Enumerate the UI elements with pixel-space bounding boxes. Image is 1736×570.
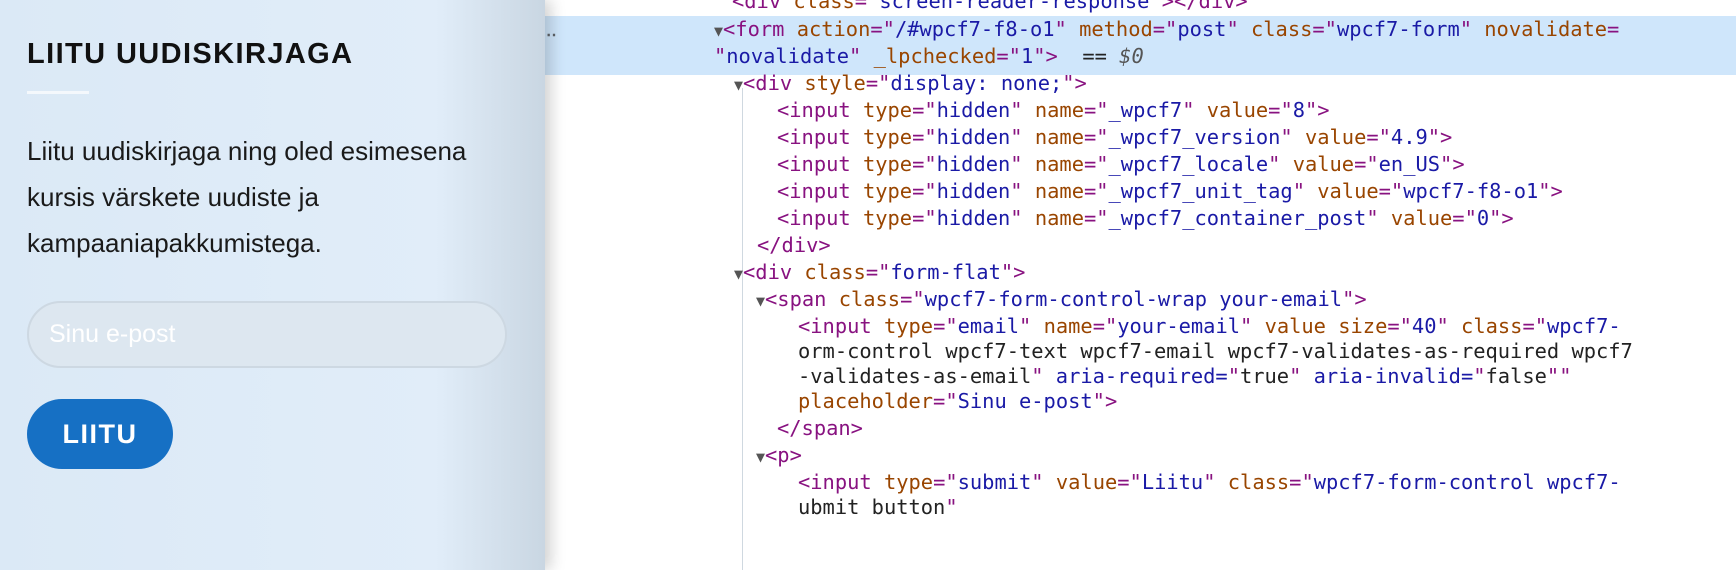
subscribe-button[interactable]: LIITU (27, 399, 173, 469)
dom-tree-node-line[interactable]: </div> (545, 230, 1736, 260)
dom-tree-node-line[interactable]: <input type="hidden" name="_wpcf7_unit_t… (545, 176, 1736, 206)
email-input[interactable] (27, 301, 507, 368)
title-underline (27, 91, 89, 94)
widget-description: Liitu uudiskirjaga ning oled esimesena k… (27, 136, 467, 258)
dom-tree-node-line[interactable]: <input type="hidden" name="_wpcf7_locale… (545, 149, 1736, 179)
devtools-elements-panel: ‥ <div class="screen-reader-response"></… (545, 0, 1736, 570)
dom-tree-node-line[interactable]: ubmit button" (545, 492, 1736, 522)
dom-tree-node-line[interactable]: <input type="hidden" name="_wpcf7" value… (545, 95, 1736, 125)
dom-tree-node-line[interactable]: ▼<form action="/#wpcf7-f8-o1" method="po… (545, 14, 1736, 44)
dom-tree-node-line[interactable]: placeholder="Sinu e-post"> (545, 386, 1736, 416)
widget-title: LIITU UUDISKIRJAGA (27, 38, 354, 70)
dom-tree-node-line[interactable]: </span> (545, 413, 1736, 443)
dom-tree-node-line[interactable]: "novalidate" _lpchecked="1"> == $0 (545, 41, 1736, 71)
dom-tree-node-line[interactable]: <input type="hidden" name="_wpcf7_versio… (545, 122, 1736, 152)
newsletter-widget: LIITU UUDISKIRJAGA Liitu uudiskirjaga ni… (0, 0, 545, 570)
dom-tree-node-line[interactable]: ▼<div style="display: none;"> (545, 68, 1736, 98)
dom-tree-node-line[interactable]: <input type="hidden" name="_wpcf7_contai… (545, 203, 1736, 233)
dom-tree-node-line[interactable]: ▼<div class="form-flat"> (545, 257, 1736, 287)
dom-tree-node-line[interactable]: ▼<p> (545, 440, 1736, 470)
dom-tree-node-line[interactable]: ▼<span class="wpcf7-form-control-wrap yo… (545, 284, 1736, 314)
